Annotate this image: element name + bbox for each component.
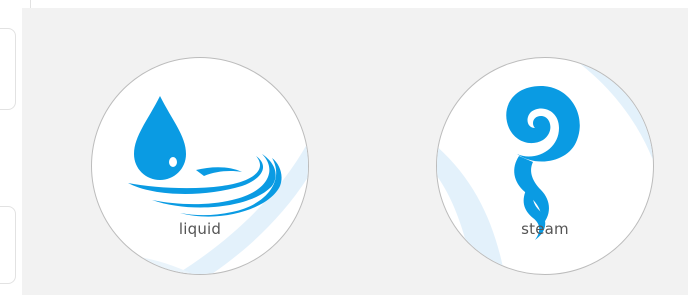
states-panel: liquid steam <box>22 8 688 295</box>
liquid-label: liquid <box>178 220 222 238</box>
edge-card-top <box>0 28 16 110</box>
liquid-badge[interactable]: liquid <box>91 57 309 275</box>
edge-card-bottom <box>0 206 16 284</box>
water-drop-icon <box>128 96 282 217</box>
steam-label: steam <box>521 220 569 238</box>
page: liquid steam <box>0 0 688 305</box>
divider <box>30 0 31 8</box>
steam-badge[interactable]: steam <box>436 57 654 275</box>
steam-swirl-icon <box>506 86 580 240</box>
